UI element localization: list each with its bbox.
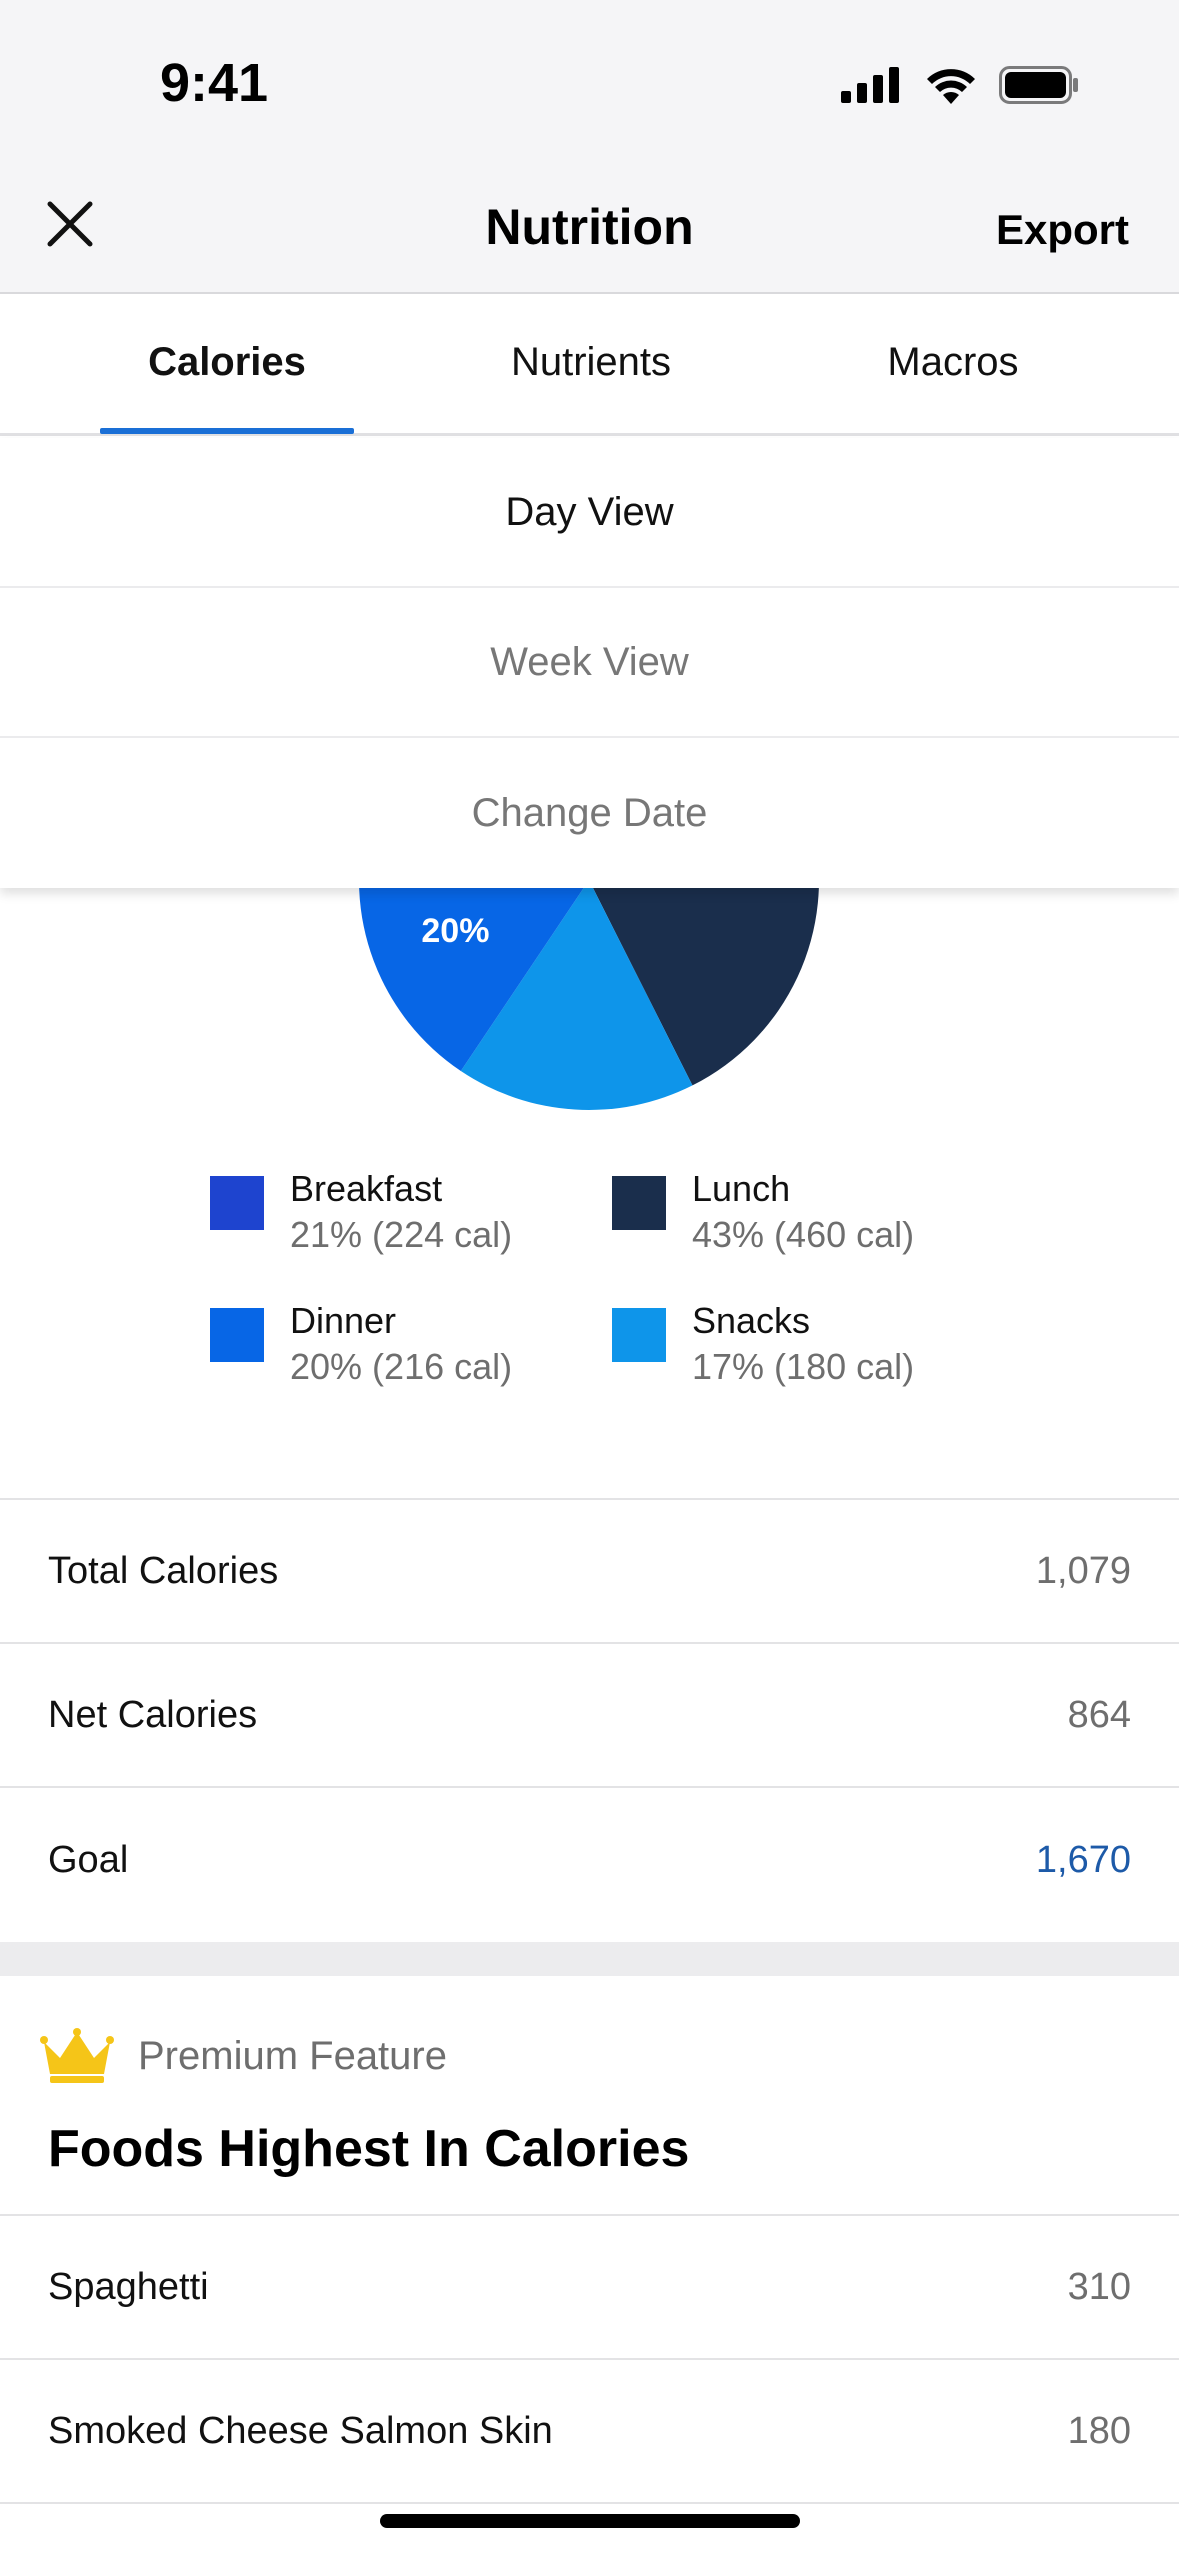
net-calories-value: 864	[1067, 1693, 1131, 1736]
status-bar: 9:41	[0, 0, 1179, 170]
menu-item-day-view[interactable]: Day View	[0, 438, 1179, 588]
crown-icon	[40, 2028, 114, 2083]
legend-item-dinner: Dinner 20% (216 cal)	[210, 1300, 590, 1400]
menu-item-change-date[interactable]: Change Date	[0, 738, 1179, 888]
premium-section: Premium Feature Foods Highest In Calorie…	[0, 1976, 1179, 2504]
legend-name: Breakfast	[290, 1168, 443, 1209]
menu-item-week-view[interactable]: Week View	[0, 588, 1179, 738]
nav-bar: Nutrition Export	[0, 170, 1179, 294]
legend-value: 43% (460 cal)	[692, 1214, 915, 1255]
food-calories: 310	[1067, 2265, 1131, 2308]
section-divider	[0, 1942, 1179, 1976]
home-indicator	[380, 2514, 800, 2528]
status-icons	[841, 66, 1079, 104]
total-calories-row: Total Calories 1,079	[0, 1500, 1179, 1644]
food-name: Smoked Cheese Salmon Skin	[48, 2409, 553, 2452]
legend-item-breakfast: Breakfast 21% (224 cal)	[210, 1168, 590, 1268]
active-tab-indicator	[100, 428, 354, 434]
legend-swatch-snacks	[612, 1308, 666, 1362]
total-calories-label: Total Calories	[48, 1549, 279, 1592]
cellular-signal-icon	[841, 67, 899, 103]
calorie-summary: Total Calories 1,079 Net Calories 864 Go…	[0, 1498, 1179, 1932]
premium-feature-label: Premium Feature	[138, 2034, 447, 2078]
tab-bar: Calories Nutrients Macros	[0, 296, 1179, 436]
legend-name: Snacks	[692, 1300, 811, 1341]
legend-swatch-breakfast	[210, 1176, 264, 1230]
export-button[interactable]: Export	[996, 206, 1129, 254]
tab-macros[interactable]: Macros	[826, 340, 1080, 385]
wifi-icon	[927, 69, 975, 104]
legend-item-lunch: Lunch 43% (460 cal)	[612, 1168, 992, 1268]
tab-calories[interactable]: Calories	[100, 340, 354, 385]
foods-highest-title: Foods Highest In Calories	[0, 2084, 1179, 2216]
legend-name: Lunch	[692, 1168, 791, 1209]
legend-name: Dinner	[290, 1300, 397, 1341]
legend-item-snacks: Snacks 17% (180 cal)	[612, 1300, 992, 1400]
status-time: 9:41	[160, 53, 269, 113]
food-calories: 180	[1067, 2409, 1131, 2452]
net-calories-row: Net Calories 864	[0, 1644, 1179, 1788]
goal-value[interactable]: 1,670	[1036, 1839, 1131, 1882]
legend-swatch-lunch	[612, 1176, 666, 1230]
goal-label: Goal	[48, 1838, 129, 1881]
legend-value: 20% (216 cal)	[290, 1346, 513, 1387]
view-menu: Day View Week View Change Date	[0, 438, 1179, 888]
food-row[interactable]: Spaghetti 310	[0, 2216, 1179, 2360]
food-row[interactable]: Smoked Cheese Salmon Skin 180	[0, 2360, 1179, 2504]
legend-value: 21% (224 cal)	[290, 1214, 513, 1255]
goal-row[interactable]: Goal 1,670	[0, 1788, 1179, 1932]
net-calories-label: Net Calories	[48, 1693, 258, 1736]
premium-header: Premium Feature	[0, 1976, 1179, 2084]
pie-label-dinner: 20%	[421, 912, 489, 950]
food-name: Spaghetti	[48, 2265, 209, 2308]
legend-swatch-dinner	[210, 1308, 264, 1362]
battery-icon	[999, 66, 1078, 104]
legend-value: 17% (180 cal)	[692, 1346, 915, 1387]
tab-nutrients[interactable]: Nutrients	[464, 340, 718, 385]
pie-chart-svg: 20%21%	[359, 880, 819, 1110]
total-calories-value: 1,079	[1035, 1549, 1131, 1592]
